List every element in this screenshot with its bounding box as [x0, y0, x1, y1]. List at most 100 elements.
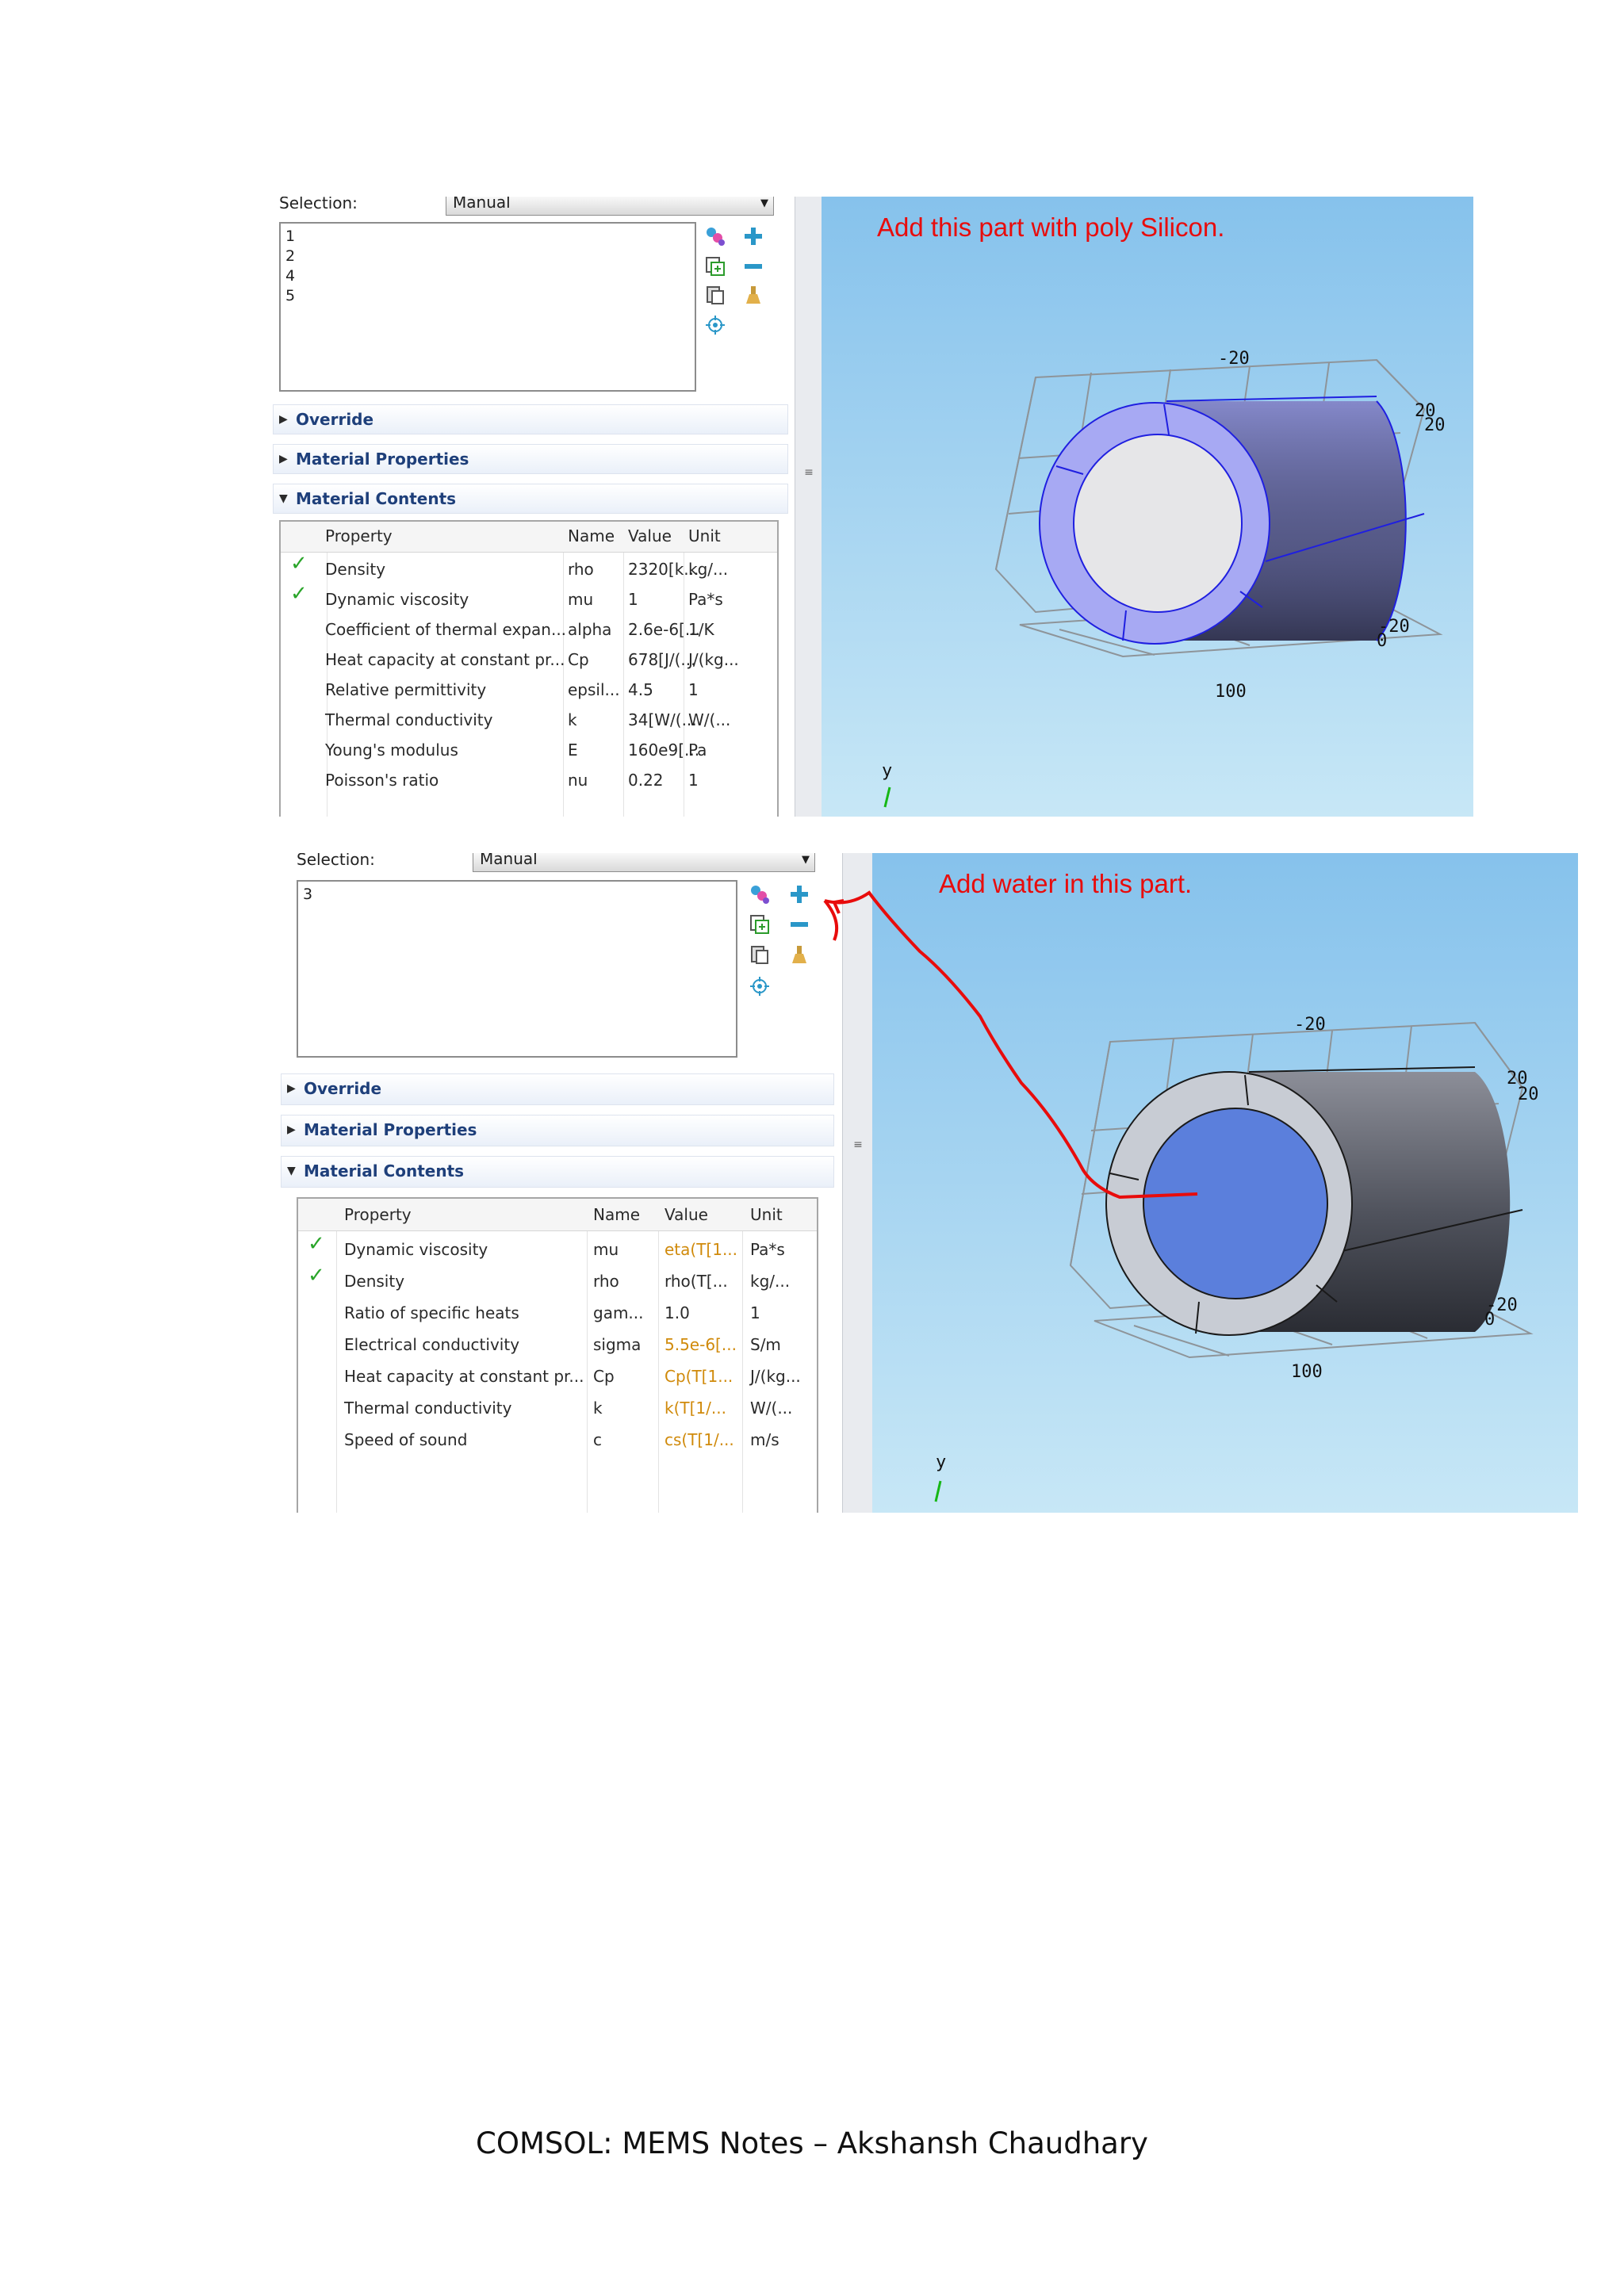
panel-splitter[interactable]: ≡ — [795, 197, 823, 817]
selection-label: Selection: — [297, 853, 375, 869]
selection-mode-value: Manual — [480, 853, 538, 868]
material-contents-section[interactable]: ▼ Material Contents — [273, 484, 788, 514]
clear-selection-icon[interactable] — [788, 943, 810, 966]
column-header[interactable]: Value — [628, 526, 672, 545]
add-to-selection-icon[interactable] — [742, 225, 764, 247]
tick-label-right-b: 20 — [1518, 1085, 1539, 1104]
property-cell: Heat capacity at constant pr... — [344, 1367, 584, 1386]
graphics-viewport[interactable]: Add water in this part. -20 20 20 -20 0 … — [872, 853, 1578, 1513]
unit-cell: 1 — [688, 771, 699, 790]
table-row[interactable]: Heat capacity at constant pr... Cp 678[J… — [281, 645, 777, 675]
table-row[interactable]: ✓ Density rho 2320[k... kg/... — [281, 552, 777, 585]
list-item[interactable]: 4 — [285, 266, 690, 286]
table-row[interactable]: Coefficient of thermal expan... alpha 2.… — [281, 615, 777, 645]
value-cell[interactable]: 34[W/(... — [628, 710, 697, 729]
value-cell[interactable]: 678[J/(... — [628, 650, 696, 669]
table-row[interactable]: Speed of sound c cs(T[1/... m/s — [298, 1424, 817, 1456]
active-selection-icon[interactable] — [704, 225, 726, 247]
table-header-row: Property Name Value Unit — [281, 522, 777, 553]
column-header[interactable]: Property — [344, 1205, 412, 1224]
override-section[interactable]: ▶ Override — [281, 1073, 834, 1105]
value-cell[interactable]: 1 — [628, 590, 638, 609]
selection-listbox[interactable]: 1 2 4 5 — [279, 222, 696, 392]
collapse-arrow-icon: ▼ — [287, 1165, 296, 1177]
table-row[interactable]: ✓ Dynamic viscosity mu 1 Pa*s — [281, 582, 777, 615]
value-cell[interactable]: 5.5e-6[... — [665, 1335, 737, 1354]
name-cell: Cp — [593, 1367, 615, 1386]
column-header[interactable]: Name — [593, 1205, 640, 1224]
axis-label-y: y — [882, 761, 893, 781]
selection-dropdown[interactable]: Manual ▼ — [446, 197, 774, 216]
section-title: Override — [296, 410, 374, 429]
value-cell[interactable]: k(T[1/... — [665, 1399, 726, 1418]
table-row[interactable]: Thermal conductivity k 34[W/(... W/(... — [281, 706, 777, 736]
tick-label-bottom-b: 0 — [1484, 1310, 1496, 1330]
selection-dropdown[interactable]: Manual ▼ — [473, 853, 815, 872]
table-row[interactable]: Heat capacity at constant pr... Cp Cp(T[… — [298, 1360, 817, 1392]
value-cell[interactable]: rho(T[... — [665, 1272, 728, 1291]
table-row[interactable]: Electrical conductivity sigma 5.5e-6[...… — [298, 1329, 817, 1360]
cylinder-geometry — [934, 1021, 1534, 1502]
remove-from-selection-icon[interactable] — [788, 913, 810, 936]
list-item[interactable]: 3 — [303, 885, 731, 905]
value-cell[interactable]: Cp(T[1... — [665, 1367, 733, 1386]
material-properties-section[interactable]: ▶ Material Properties — [273, 444, 788, 474]
column-header[interactable]: Unit — [750, 1205, 783, 1224]
name-cell: k — [593, 1399, 603, 1418]
material-contents-section[interactable]: ▼ Material Contents — [281, 1156, 834, 1188]
list-item[interactable]: 5 — [285, 286, 690, 306]
name-cell: mu — [593, 1240, 619, 1259]
add-to-selection-icon[interactable] — [788, 883, 810, 905]
name-cell: rho — [593, 1272, 619, 1291]
screenshot-2: Selection: Manual ▼ 3 ▶ Override ▶ Mater… — [270, 853, 1578, 1513]
value-cell[interactable]: 0.22 — [628, 771, 664, 790]
property-cell: Thermal conductivity — [325, 710, 493, 729]
unit-cell: Pa*s — [688, 590, 723, 609]
name-cell: c — [593, 1430, 602, 1449]
property-cell: Density — [325, 560, 386, 579]
copy-selection-icon[interactable] — [749, 913, 771, 936]
material-properties-section[interactable]: ▶ Material Properties — [281, 1115, 834, 1146]
value-cell[interactable]: 4.5 — [628, 680, 653, 699]
copy-selection-icon[interactable] — [704, 255, 726, 277]
zoom-to-selection-icon[interactable] — [749, 975, 771, 997]
column-header[interactable]: Unit — [688, 526, 721, 545]
table-row[interactable]: ✓ Density rho rho(T[... kg/... — [298, 1264, 817, 1297]
clear-selection-icon[interactable] — [742, 284, 764, 306]
unit-cell: J/(kg... — [750, 1367, 801, 1386]
column-header[interactable]: Value — [665, 1205, 708, 1224]
table-row[interactable]: Poisson's ratio nu 0.22 1 — [281, 766, 777, 796]
table-row[interactable]: Relative permittivity epsil... 4.5 1 — [281, 675, 777, 706]
property-cell: Ratio of specific heats — [344, 1303, 519, 1322]
value-cell[interactable]: eta(T[1... — [665, 1240, 737, 1259]
checkmark-icon: ✓ — [290, 582, 308, 606]
value-cell[interactable]: cs(T[1/... — [665, 1430, 734, 1449]
remove-from-selection-icon[interactable] — [742, 255, 764, 277]
paste-selection-icon[interactable] — [749, 943, 771, 966]
property-cell: Young's modulus — [325, 740, 458, 760]
settings-panel: Selection: Manual ▼ 3 ▶ Override ▶ Mater… — [270, 853, 842, 1513]
list-item[interactable]: 1 — [285, 227, 690, 247]
selection-listbox[interactable]: 3 — [297, 880, 737, 1058]
active-selection-icon[interactable] — [749, 883, 771, 905]
property-cell: Dynamic viscosity — [325, 590, 469, 609]
paste-selection-icon[interactable] — [704, 284, 726, 306]
column-header[interactable]: Name — [568, 526, 615, 545]
section-title: Material Contents — [304, 1161, 465, 1181]
zoom-to-selection-icon[interactable] — [704, 314, 726, 336]
list-item[interactable]: 2 — [285, 247, 690, 266]
selection-label: Selection: — [279, 197, 358, 212]
unit-cell: 1 — [688, 680, 699, 699]
tick-label-bottom-b: 0 — [1377, 631, 1388, 651]
chevron-down-icon: ▼ — [802, 854, 810, 866]
override-section[interactable]: ▶ Override — [273, 404, 788, 434]
value-cell[interactable]: 1.0 — [665, 1303, 690, 1322]
table-row[interactable]: Thermal conductivity k k(T[1/... W/(... — [298, 1392, 817, 1424]
table-row[interactable]: ✓ Dynamic viscosity mu eta(T[1... Pa*s — [298, 1232, 817, 1265]
graphics-viewport[interactable]: Add this part with poly Silicon. -20 20 … — [822, 197, 1473, 817]
panel-splitter[interactable]: ≡ — [842, 853, 874, 1513]
column-header[interactable]: Property — [325, 526, 393, 545]
table-row[interactable]: Ratio of specific heats gam... 1.0 1 — [298, 1297, 817, 1329]
table-row[interactable]: Young's modulus E 160e9[... Pa — [281, 736, 777, 766]
unit-cell: Pa*s — [750, 1240, 785, 1259]
